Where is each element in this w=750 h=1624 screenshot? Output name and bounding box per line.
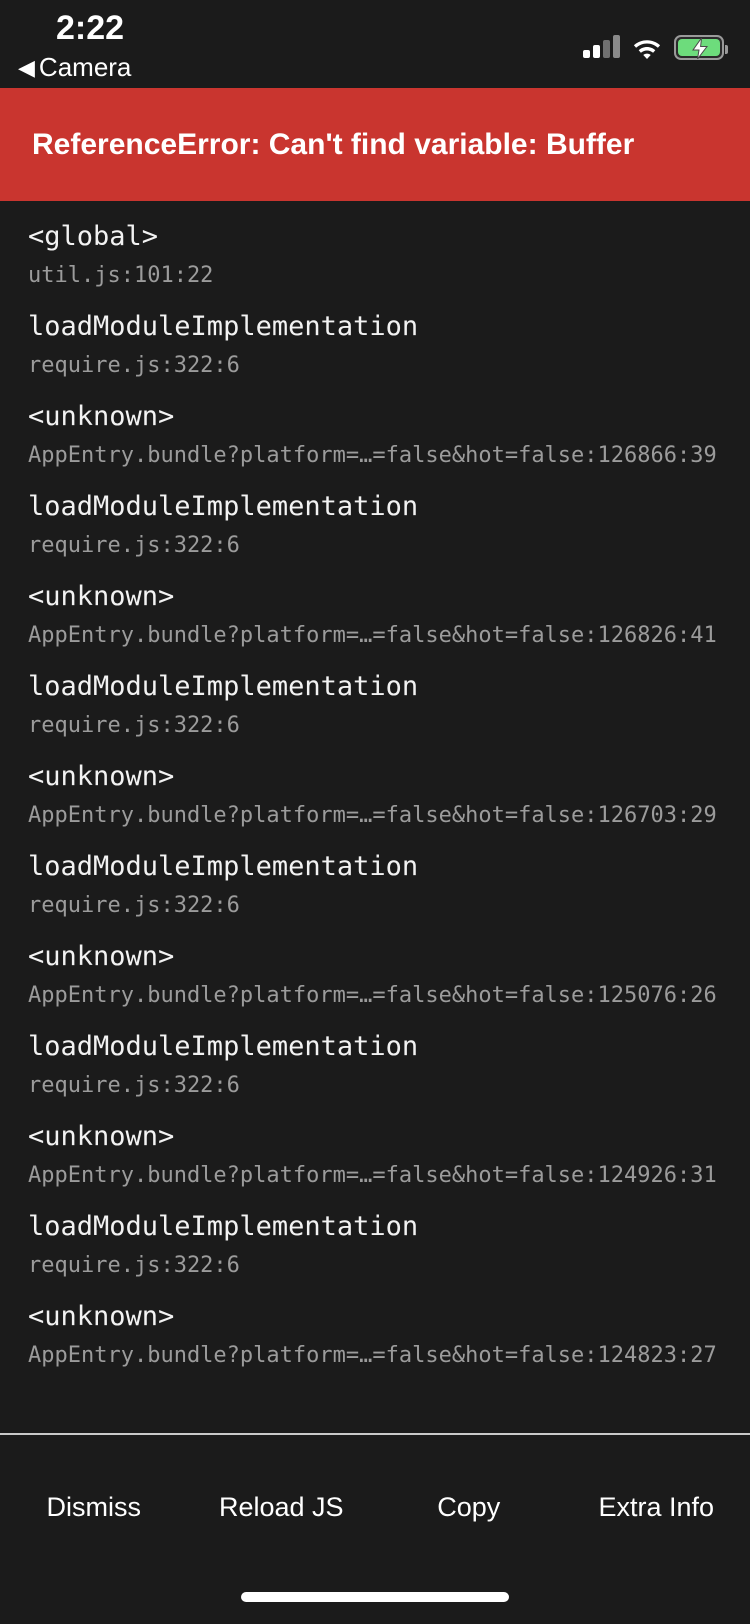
stack-frame-location: require.js:322:6 (28, 713, 240, 738)
stack-frame-name: <unknown> (28, 941, 175, 972)
stack-frame[interactable]: loadModuleImplementation require.js:322:6 (0, 1027, 750, 1103)
stack-frame-name: <unknown> (28, 581, 175, 612)
stack-frame-location: AppEntry.bundle?platform=…=false&hot=fal… (28, 623, 717, 648)
stack-frame[interactable]: loadModuleImplementation require.js:322:6 (0, 667, 750, 743)
stack-frame[interactable]: <unknown> AppEntry.bundle?platform=…=fals… (0, 1117, 750, 1193)
stack-frame[interactable]: <unknown> AppEntry.bundle?platform=…=fals… (0, 1297, 750, 1373)
home-indicator[interactable] (241, 1592, 509, 1602)
stack-frame[interactable]: loadModuleImplementation require.js:322:6 (0, 487, 750, 563)
stack-frame-location: require.js:322:6 (28, 1253, 240, 1278)
stack-frame-name: loadModuleImplementation (28, 671, 419, 702)
stack-frame-location: AppEntry.bundle?platform=…=false&hot=fal… (28, 983, 717, 1008)
stack-frame[interactable]: <unknown> AppEntry.bundle?platform=…=fals… (0, 397, 750, 473)
stack-frame[interactable]: <unknown> AppEntry.bundle?platform=…=fals… (0, 757, 750, 833)
dismiss-button[interactable]: Dismiss (0, 1435, 188, 1523)
error-screen: 2:22 ◀ Camera ReferenceError: Can't find… (0, 0, 750, 1624)
error-banner: ReferenceError: Can't find variable: Buf… (0, 88, 750, 201)
stack-frame-name: <unknown> (28, 401, 175, 432)
status-bar: 2:22 ◀ Camera (0, 0, 750, 88)
back-to-app-button[interactable]: ◀ Camera (18, 52, 131, 83)
cellular-signal-icon (583, 35, 620, 58)
stack-frame[interactable]: loadModuleImplementation require.js:322:6 (0, 1207, 750, 1283)
stack-frame-location: require.js:322:6 (28, 1073, 240, 1098)
extra-info-button[interactable]: Extra Info (563, 1435, 750, 1523)
stack-frame[interactable]: <global> util.js:101:22 (0, 217, 750, 293)
error-message: ReferenceError: Can't find variable: Buf… (32, 127, 635, 161)
stack-frame-name: loadModuleImplementation (28, 311, 419, 342)
stack-frame-location: util.js:101:22 (28, 263, 214, 288)
reload-js-button[interactable]: Reload JS (188, 1435, 376, 1523)
stack-frame-name: <unknown> (28, 1121, 175, 1152)
copy-button[interactable]: Copy (375, 1435, 563, 1523)
stack-frame-location: require.js:322:6 (28, 353, 240, 378)
stack-trace-list[interactable]: <global> util.js:101:22 loadModuleImplemen… (0, 201, 750, 1433)
stack-frame-name: <global> (28, 221, 159, 252)
stack-frame-location: AppEntry.bundle?platform=…=false&hot=fal… (28, 1343, 717, 1368)
stack-frame-location: AppEntry.bundle?platform=…=false&hot=fal… (28, 1163, 717, 1188)
stack-frame-location: AppEntry.bundle?platform=…=false&hot=fal… (28, 803, 717, 828)
back-caret-icon: ◀ (18, 55, 35, 80)
stack-frame-location: require.js:322:6 (28, 893, 240, 918)
stack-frame-name: loadModuleImplementation (28, 1211, 419, 1242)
stack-frame-name: loadModuleImplementation (28, 1031, 419, 1062)
status-bar-indicators (583, 30, 728, 64)
status-bar-time: 2:22 (56, 9, 125, 47)
stack-frame[interactable]: loadModuleImplementation require.js:322:6 (0, 847, 750, 923)
stack-frame-location: require.js:322:6 (28, 533, 240, 558)
stack-frame-name: <unknown> (28, 761, 175, 792)
stack-frame-name: loadModuleImplementation (28, 851, 419, 882)
wifi-icon (632, 36, 662, 59)
stack-frame-name: loadModuleImplementation (28, 491, 419, 522)
back-app-label: Camera (38, 52, 132, 82)
stack-frame[interactable]: <unknown> AppEntry.bundle?platform=…=fals… (0, 577, 750, 653)
stack-frame-name: <unknown> (28, 1301, 175, 1332)
stack-frame[interactable]: loadModuleImplementation require.js:322:6 (0, 307, 750, 383)
battery-charging-icon (674, 34, 728, 60)
stack-frame[interactable]: <unknown> AppEntry.bundle?platform=…=fals… (0, 937, 750, 1013)
bottom-toolbar: Dismiss Reload JS Copy Extra Info (0, 1435, 750, 1624)
stack-frame-location: AppEntry.bundle?platform=…=false&hot=fal… (28, 443, 717, 468)
